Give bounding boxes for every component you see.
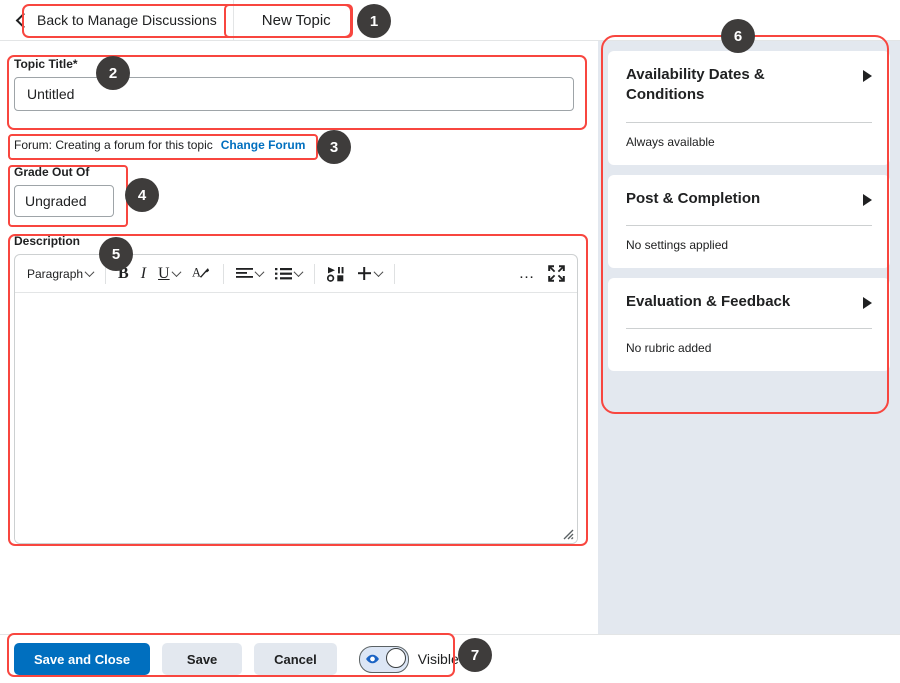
eye-icon bbox=[365, 654, 379, 664]
save-button[interactable]: Save bbox=[162, 643, 243, 675]
chevron-down-icon bbox=[84, 267, 95, 278]
chevron-down-icon bbox=[254, 267, 265, 278]
toggle-knob bbox=[385, 647, 406, 668]
grade-out-of-label: Grade Out Of bbox=[14, 165, 90, 179]
bold-icon: B bbox=[118, 264, 129, 282]
panel-summary: No settings applied bbox=[626, 237, 729, 252]
fullscreen-button[interactable] bbox=[542, 260, 571, 288]
clear-formatting-button[interactable]: A bbox=[186, 260, 217, 288]
panel-summary: Always available bbox=[626, 134, 715, 149]
back-button-label: Back to Manage Discussions bbox=[37, 12, 217, 28]
align-left-icon bbox=[235, 267, 253, 278]
more-options-button[interactable]: … bbox=[513, 260, 543, 288]
underline-icon: U bbox=[158, 264, 170, 282]
forum-info-row: Forum: Creating a forum for this topic C… bbox=[14, 135, 305, 155]
toolbar-separator bbox=[222, 263, 224, 284]
main-content: Topic Title* Forum: Creating a forum for… bbox=[0, 41, 598, 635]
insert-more-button[interactable] bbox=[351, 260, 388, 288]
align-button[interactable] bbox=[230, 260, 269, 288]
list-button[interactable] bbox=[269, 260, 308, 288]
page-header: Back to Manage Discussions New Topic bbox=[0, 0, 900, 41]
discussion-new-topic-page: Back to Manage Discussions New Topic Top… bbox=[0, 0, 900, 683]
panel-header[interactable]: Post & Completion bbox=[626, 189, 872, 209]
toolbar-separator bbox=[393, 263, 395, 284]
editor-toolbar: Paragraph B I U A … bbox=[15, 255, 577, 293]
triangle-right-icon bbox=[863, 193, 872, 206]
topic-title-field-group: Topic Title* bbox=[14, 57, 574, 111]
required-marker: * bbox=[72, 57, 78, 71]
italic-icon: I bbox=[140, 264, 147, 282]
description-field-group: Description Paragraph B I U A … bbox=[14, 234, 578, 544]
panel-title: Availability Dates & Conditions bbox=[626, 66, 765, 104]
topic-title-label: Topic Title* bbox=[14, 57, 78, 71]
panel-divider bbox=[626, 121, 872, 123]
grade-out-of-field-group: Grade Out Of bbox=[14, 165, 114, 217]
panel-post-completion[interactable]: Post & Completion No settings applied bbox=[608, 174, 890, 268]
visibility-label: Visible bbox=[417, 651, 459, 667]
panel-summary: No rubric added bbox=[626, 341, 712, 355]
grade-out-of-input[interactable] bbox=[14, 185, 114, 217]
visibility-toggle-group: Visible bbox=[358, 645, 459, 673]
editor-content-area[interactable] bbox=[15, 293, 577, 543]
paragraph-style-dropdown[interactable]: Paragraph bbox=[21, 260, 99, 288]
panel-title: Post & Completion bbox=[626, 189, 761, 207]
panel-evaluation-feedback[interactable]: Evaluation & Feedback No rubric added bbox=[608, 277, 890, 371]
save-and-close-button[interactable]: Save and Close bbox=[14, 643, 151, 675]
tab-new-topic[interactable]: New Topic bbox=[234, 0, 359, 40]
html-editor: Paragraph B I U A … bbox=[14, 254, 578, 544]
chevron-down-icon bbox=[373, 267, 384, 278]
panel-title: Evaluation & Feedback bbox=[626, 292, 791, 310]
fullscreen-icon bbox=[548, 265, 565, 282]
italic-button[interactable]: I bbox=[135, 260, 152, 288]
tab-new-topic-label: New Topic bbox=[261, 11, 331, 29]
plus-icon bbox=[357, 267, 371, 280]
paragraph-style-label: Paragraph bbox=[27, 266, 84, 281]
description-label: Description bbox=[14, 234, 81, 248]
chevron-down-icon bbox=[293, 267, 304, 278]
topic-title-input[interactable] bbox=[14, 77, 574, 111]
clear-formatting-icon: A bbox=[192, 265, 209, 279]
chevron-left-icon bbox=[15, 12, 32, 28]
panel-availability-dates-conditions[interactable]: Availability Dates & Conditions Always a… bbox=[608, 51, 890, 165]
panel-header[interactable]: Availability Dates & Conditions bbox=[626, 65, 872, 106]
cancel-button[interactable]: Cancel bbox=[254, 643, 337, 675]
panel-divider bbox=[626, 328, 872, 329]
bold-button[interactable]: B bbox=[112, 260, 135, 288]
toolbar-separator bbox=[105, 263, 107, 284]
visibility-toggle[interactable] bbox=[358, 645, 409, 673]
triangle-right-icon bbox=[863, 70, 872, 82]
underline-button[interactable]: U bbox=[152, 260, 186, 288]
insert-stuff-button[interactable] bbox=[321, 260, 351, 288]
panel-divider bbox=[626, 224, 872, 226]
toolbar-separator bbox=[313, 263, 315, 284]
svg-text:A: A bbox=[192, 265, 201, 279]
action-bar: Save and Close Save Cancel Visible bbox=[0, 634, 900, 683]
settings-sidebar: Availability Dates & Conditions Always a… bbox=[598, 41, 900, 635]
ellipsis-icon: … bbox=[518, 264, 536, 282]
insert-media-icon bbox=[326, 266, 344, 282]
forum-info-text: Forum: Creating a forum for this topic bbox=[14, 138, 213, 152]
panel-header[interactable]: Evaluation & Feedback bbox=[626, 292, 872, 312]
bulleted-list-icon bbox=[274, 267, 292, 279]
change-forum-link[interactable]: Change Forum bbox=[221, 138, 306, 152]
back-to-manage-discussions-button[interactable]: Back to Manage Discussions bbox=[0, 0, 233, 40]
editor-resize-handle[interactable] bbox=[560, 526, 574, 540]
triangle-right-icon bbox=[863, 296, 872, 309]
chevron-down-icon bbox=[171, 267, 182, 278]
